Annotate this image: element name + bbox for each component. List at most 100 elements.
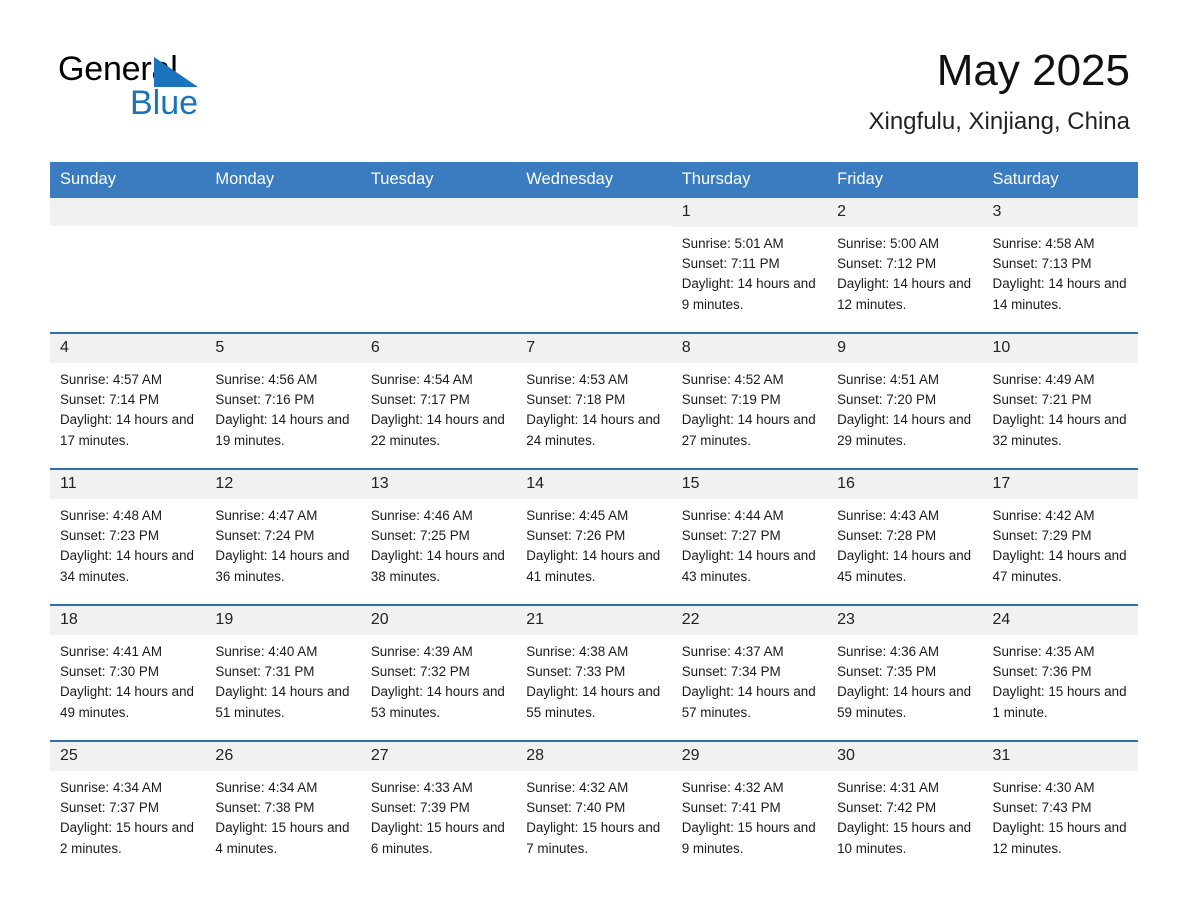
day-cell[interactable]: 30 Sunrise: 4:31 AM Sunset: 7:42 PM Dayligh… xyxy=(827,742,983,877)
day-number: 29 xyxy=(671,742,828,771)
sunset-text: Sunset: 7:14 PM xyxy=(60,391,159,407)
day-cell[interactable]: 1 Sunrise: 5:01 AM Sunset: 7:11 PM Daylight… xyxy=(671,198,828,333)
sunset-text: Sunset: 7:16 PM xyxy=(215,391,315,407)
sunset-text: Sunset: 7:18 PM xyxy=(526,391,626,407)
daylight-text: Daylight: 15 hours and 1 minute. xyxy=(992,684,1127,720)
daylight-text: Daylight: 14 hours and 32 minutes. xyxy=(992,412,1127,448)
day-cell[interactable]: 22 Sunrise: 4:37 AM Sunset: 7:34 PM Dayligh… xyxy=(671,606,828,741)
day-cell[interactable]: 11 Sunrise: 4:48 AM Sunset: 7:23 PM Dayligh… xyxy=(50,470,206,605)
day-cell[interactable]: 17 Sunrise: 4:42 AM Sunset: 7:29 PM Dayligh… xyxy=(982,470,1138,605)
day-details: Sunrise: 4:31 AM Sunset: 7:42 PM Daylight:… xyxy=(827,771,982,860)
day-cell[interactable]: 2 Sunrise: 5:00 AM Sunset: 7:12 PM Daylight… xyxy=(827,198,983,333)
day-cell[interactable]: 8 Sunrise: 4:52 AM Sunset: 7:19 PM Daylight… xyxy=(671,334,828,469)
sunset-text: Sunset: 7:42 PM xyxy=(837,799,937,815)
sunrise-text: Sunrise: 4:44 AM xyxy=(681,507,784,523)
day-details: Sunrise: 4:54 AM Sunset: 7:17 PM Daylight:… xyxy=(361,363,516,452)
sunrise-text: Sunrise: 5:01 AM xyxy=(681,235,784,251)
sunrise-text: Sunrise: 4:39 AM xyxy=(370,643,473,659)
daylight-text: Daylight: 14 hours and 43 minutes. xyxy=(681,548,816,584)
day-number: 8 xyxy=(671,334,828,363)
day-cell[interactable]: 23 Sunrise: 4:36 AM Sunset: 7:35 PM Dayligh… xyxy=(827,606,983,741)
day-cell[interactable]: 3 Sunrise: 4:58 AM Sunset: 7:13 PM Daylight… xyxy=(982,198,1138,333)
day-cell[interactable]: 31 Sunrise: 4:30 AM Sunset: 7:43 PM Dayligh… xyxy=(982,742,1138,877)
sunrise-text: Sunrise: 4:36 AM xyxy=(837,643,940,659)
day-details: Sunrise: 4:58 AM Sunset: 7:13 PM Daylight:… xyxy=(983,227,1138,316)
daylight-text: Daylight: 14 hours and 22 minutes. xyxy=(370,412,505,448)
sunset-text: Sunset: 7:21 PM xyxy=(992,391,1092,407)
day-cell[interactable]: 6 Sunrise: 4:54 AM Sunset: 7:17 PM Daylight… xyxy=(360,334,517,469)
day-number: 7 xyxy=(516,334,672,363)
day-number: 14 xyxy=(516,470,672,499)
sunrise-text: Sunrise: 4:49 AM xyxy=(992,371,1095,387)
sunrise-text: Sunrise: 4:56 AM xyxy=(215,371,318,387)
sunset-text: Sunset: 7:40 PM xyxy=(526,799,626,815)
daylight-text: Daylight: 14 hours and 9 minutes. xyxy=(681,276,816,312)
day-number: 6 xyxy=(360,334,517,363)
sunset-text: Sunset: 7:32 PM xyxy=(370,663,470,679)
sunrise-text: Sunrise: 4:47 AM xyxy=(215,507,318,523)
page-masthead: General Blue May 2025 Xingfulu, Xinjiang… xyxy=(0,0,1188,136)
logo-word-blue: Blue xyxy=(130,84,199,122)
day-cell[interactable]: 13 Sunrise: 4:46 AM Sunset: 7:25 PM Dayligh… xyxy=(360,470,517,605)
day-cell[interactable]: 15 Sunrise: 4:44 AM Sunset: 7:27 PM Dayligh… xyxy=(671,470,828,605)
day-cell[interactable]: 29 Sunrise: 4:32 AM Sunset: 7:41 PM Dayligh… xyxy=(671,742,828,877)
day-details: Sunrise: 4:46 AM Sunset: 7:25 PM Daylight:… xyxy=(361,499,516,588)
day-cell[interactable]: 5 Sunrise: 4:56 AM Sunset: 7:16 PM Daylight… xyxy=(205,334,361,469)
daylight-text: Daylight: 14 hours and 27 minutes. xyxy=(681,412,816,448)
sunset-text: Sunset: 7:38 PM xyxy=(215,799,315,815)
sunset-text: Sunset: 7:12 PM xyxy=(837,255,937,271)
day-number: 20 xyxy=(360,606,517,635)
day-number: 27 xyxy=(360,742,517,771)
day-cell[interactable]: 16 Sunrise: 4:43 AM Sunset: 7:28 PM Dayligh… xyxy=(827,470,983,605)
page-title: May 2025 xyxy=(936,46,1130,95)
day-details: Sunrise: 4:53 AM Sunset: 7:18 PM Daylight:… xyxy=(516,363,671,452)
day-cell[interactable]: 7 Sunrise: 4:53 AM Sunset: 7:18 PM Daylight… xyxy=(516,334,672,469)
sunset-text: Sunset: 7:34 PM xyxy=(681,663,781,679)
calendar-week-row: 4 Sunrise: 4:57 AM Sunset: 7:14 PM Daylight… xyxy=(50,332,1138,469)
day-cell[interactable]: 10 Sunrise: 4:49 AM Sunset: 7:21 PM Dayligh… xyxy=(982,334,1138,469)
day-cell-empty xyxy=(50,198,206,333)
day-details: Sunrise: 4:38 AM Sunset: 7:33 PM Daylight:… xyxy=(516,635,671,724)
sunset-text: Sunset: 7:28 PM xyxy=(837,527,937,543)
day-cell[interactable]: 12 Sunrise: 4:47 AM Sunset: 7:24 PM Dayligh… xyxy=(205,470,361,605)
general-blue-logo[interactable]: General Blue xyxy=(58,46,258,122)
sunset-text: Sunset: 7:13 PM xyxy=(992,255,1092,271)
day-number: 28 xyxy=(516,742,672,771)
sunset-text: Sunset: 7:20 PM xyxy=(837,391,937,407)
day-cell[interactable]: 25 Sunrise: 4:34 AM Sunset: 7:37 PM Dayligh… xyxy=(50,742,206,877)
daylight-text: Daylight: 14 hours and 34 minutes. xyxy=(60,548,194,584)
day-cell[interactable]: 20 Sunrise: 4:39 AM Sunset: 7:32 PM Dayligh… xyxy=(360,606,517,741)
day-cell[interactable]: 24 Sunrise: 4:35 AM Sunset: 7:36 PM Dayligh… xyxy=(982,606,1138,741)
daylight-text: Daylight: 14 hours and 59 minutes. xyxy=(837,684,972,720)
daylight-text: Daylight: 14 hours and 47 minutes. xyxy=(992,548,1127,584)
sunrise-text: Sunrise: 4:51 AM xyxy=(837,371,940,387)
day-number: 1 xyxy=(671,198,828,227)
daylight-text: Daylight: 15 hours and 10 minutes. xyxy=(837,820,972,856)
sunrise-text: Sunrise: 4:32 AM xyxy=(526,779,629,795)
day-details: Sunrise: 5:01 AM Sunset: 7:11 PM Daylight:… xyxy=(672,227,827,316)
calendar-week-row: 18 Sunrise: 4:41 AM Sunset: 7:30 PM Dayligh… xyxy=(50,604,1138,741)
day-number: 30 xyxy=(827,742,983,771)
day-cell[interactable]: 28 Sunrise: 4:32 AM Sunset: 7:40 PM Dayligh… xyxy=(516,742,672,877)
sunrise-text: Sunrise: 5:00 AM xyxy=(837,235,940,251)
day-cell[interactable]: 26 Sunrise: 4:34 AM Sunset: 7:38 PM Dayligh… xyxy=(205,742,361,877)
day-details: Sunrise: 4:33 AM Sunset: 7:39 PM Daylight:… xyxy=(361,771,516,860)
day-cell[interactable]: 21 Sunrise: 4:38 AM Sunset: 7:33 PM Dayligh… xyxy=(516,606,672,741)
day-number xyxy=(360,198,517,227)
daylight-text: Daylight: 14 hours and 14 minutes. xyxy=(992,276,1127,312)
weekday-header-sunday: Sunday xyxy=(60,170,116,189)
daylight-text: Daylight: 14 hours and 45 minutes. xyxy=(837,548,972,584)
day-cell[interactable]: 19 Sunrise: 4:40 AM Sunset: 7:31 PM Dayligh… xyxy=(205,606,361,741)
day-cell[interactable]: 14 Sunrise: 4:45 AM Sunset: 7:26 PM Dayligh… xyxy=(516,470,672,605)
day-cell[interactable]: 18 Sunrise: 4:41 AM Sunset: 7:30 PM Dayligh… xyxy=(50,606,206,741)
triangle-icon xyxy=(154,57,198,87)
day-cell[interactable]: 4 Sunrise: 4:57 AM Sunset: 7:14 PM Daylight… xyxy=(50,334,206,469)
day-details: Sunrise: 4:48 AM Sunset: 7:23 PM Daylight:… xyxy=(50,499,205,588)
day-cell[interactable]: 9 Sunrise: 4:51 AM Sunset: 7:20 PM Daylight… xyxy=(827,334,983,469)
day-cell[interactable]: 27 Sunrise: 4:33 AM Sunset: 7:39 PM Dayligh… xyxy=(360,742,517,877)
sunrise-text: Sunrise: 4:38 AM xyxy=(526,643,629,659)
sunset-text: Sunset: 7:24 PM xyxy=(215,527,315,543)
sunrise-text: Sunrise: 4:58 AM xyxy=(992,235,1095,251)
day-number: 31 xyxy=(982,742,1138,771)
daylight-text: Daylight: 14 hours and 38 minutes. xyxy=(370,548,505,584)
